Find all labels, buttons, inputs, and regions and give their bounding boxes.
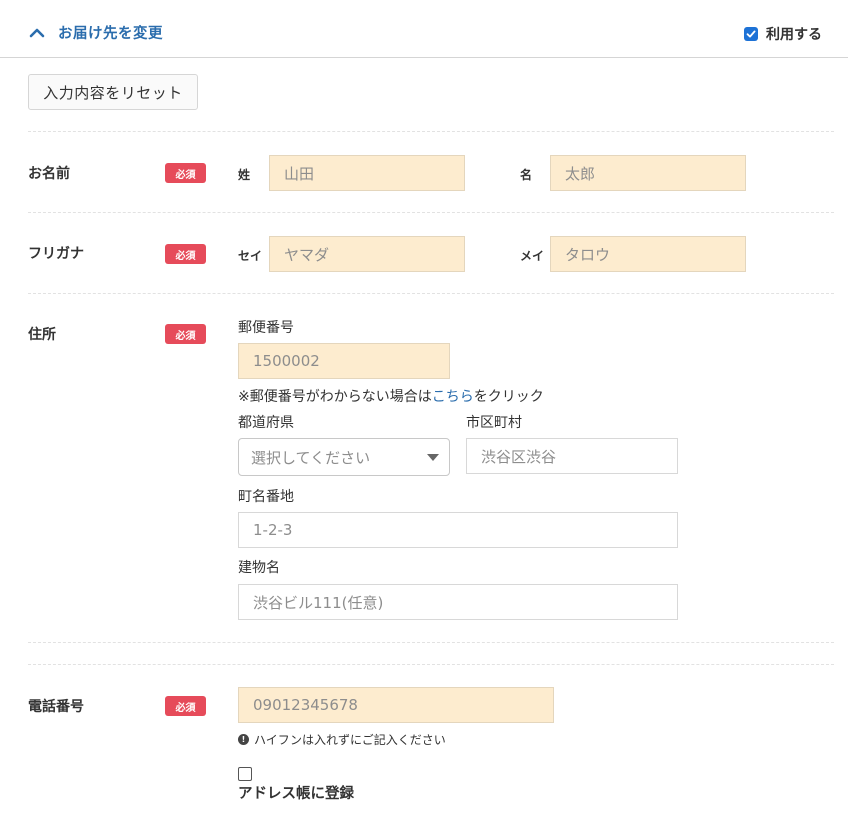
first-kana-input[interactable]: タロウ — [550, 236, 746, 272]
city-label: 市区町村 — [466, 415, 522, 431]
phone-input[interactable]: 09012345678 — [238, 687, 554, 723]
required-badge: 必須 — [165, 324, 206, 344]
prefecture-select[interactable]: 選択してください — [238, 438, 450, 476]
postal-code-input[interactable]: 1500002 — [238, 343, 450, 379]
address-book-label[interactable]: アドレス帳に登録 — [238, 782, 354, 803]
building-label: 建物名 — [238, 560, 280, 576]
divider — [28, 212, 834, 213]
info-icon: ! — [238, 734, 249, 745]
postal-note: ※郵便番号がわからない場合はこちらをクリック — [238, 386, 544, 406]
caret-down-icon — [427, 454, 439, 461]
street-input[interactable]: 1-2-3 — [238, 512, 678, 548]
city-input[interactable]: 渋谷区渋谷 — [466, 438, 678, 474]
divider — [28, 664, 834, 665]
prefecture-select-value: 選択してください — [251, 448, 371, 467]
last-name-input[interactable]: 山田 — [269, 155, 465, 191]
last-kana-input[interactable]: ヤマダ — [269, 236, 465, 272]
divider — [28, 642, 834, 643]
use-checkbox-group[interactable]: 利用する — [744, 24, 822, 44]
phone-label: 電話番号 — [28, 699, 84, 715]
building-input[interactable]: 渋谷ビル111(任意) — [238, 584, 678, 620]
phone-hint: ! ハイフンは入れずにご記入ください — [238, 731, 446, 748]
address-book-checkbox[interactable] — [238, 767, 252, 781]
use-label: 利用する — [766, 27, 822, 43]
chevron-up-icon — [29, 28, 45, 37]
first-kana-label: メイ — [520, 249, 545, 263]
divider — [28, 293, 834, 294]
prefecture-label: 都道府県 — [238, 415, 294, 431]
required-badge: 必須 — [165, 244, 206, 264]
section-header: お届け先を変更 利用する — [0, 0, 848, 58]
phone-hint-text: ハイフンは入れずにご記入ください — [254, 733, 446, 747]
section-title: お届け先を変更 — [58, 26, 163, 42]
postal-lookup-link[interactable]: こちら — [432, 389, 474, 405]
last-kana-label: セイ — [238, 249, 263, 263]
last-name-label: 姓 — [238, 168, 251, 182]
collapse-toggle[interactable]: お届け先を変更 — [28, 22, 163, 43]
furigana-label: フリガナ — [28, 246, 84, 262]
name-label: お名前 — [28, 166, 70, 182]
postal-note-text-end: をクリック — [473, 389, 544, 405]
required-badge: 必須 — [165, 696, 206, 716]
postal-code-label: 郵便番号 — [238, 320, 294, 336]
required-badge: 必須 — [165, 163, 206, 183]
reset-button[interactable]: 入力内容をリセット — [28, 74, 198, 110]
address-label: 住所 — [28, 327, 56, 343]
use-checkbox[interactable] — [744, 27, 758, 41]
checkmark-icon — [746, 30, 756, 38]
postal-note-text: ※郵便番号がわからない場合は — [238, 389, 432, 405]
divider — [28, 131, 834, 132]
first-name-input[interactable]: 太郎 — [550, 155, 746, 191]
street-label: 町名番地 — [238, 489, 294, 505]
first-name-label: 名 — [520, 168, 533, 182]
